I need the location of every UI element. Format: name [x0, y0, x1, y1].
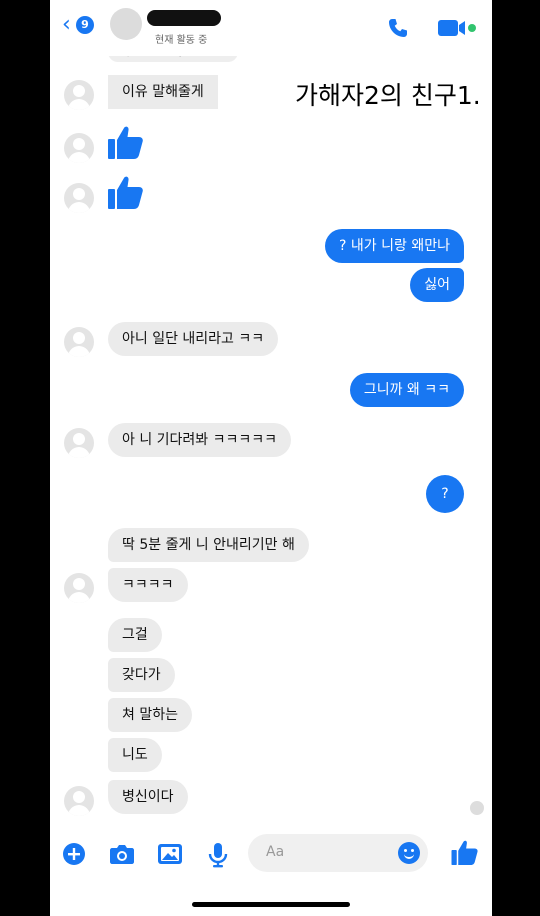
sender-avatar[interactable] [64, 786, 94, 816]
sender-avatar[interactable] [64, 133, 94, 163]
camera-icon[interactable] [109, 842, 135, 866]
plus-icon[interactable] [62, 842, 86, 866]
thumbs-up-icon[interactable] [106, 173, 146, 213]
message-bubble-outgoing[interactable]: 그니까 왜 ㅋㅋ [349, 373, 464, 407]
message-bubble-incoming[interactable]: 딱 5분 줄게 니 안내리기만 해 [108, 528, 309, 562]
sender-avatar[interactable] [64, 428, 94, 458]
video-call-icon[interactable] [438, 18, 478, 38]
message-bubble-incoming[interactable]: 아 니 기다려봐 ㅋㅋㅋㅋㅋ [108, 423, 292, 457]
message-bubble-incoming[interactable]: 쳐 말하는 [108, 698, 192, 732]
emoji-icon[interactable] [398, 842, 420, 864]
contact-avatar[interactable] [110, 8, 142, 40]
message-bubble-incoming[interactable]: 니도 [108, 738, 162, 772]
contact-name-redacted[interactable] [147, 10, 221, 26]
message-composer: Aa [50, 830, 492, 878]
message-bubble-incoming[interactable]: 병신이다 [108, 780, 188, 814]
sender-avatar[interactable] [64, 80, 94, 110]
message-bubble-outgoing[interactable]: ? 내가 니랑 왜만나 [325, 229, 464, 263]
overlay-caption: 가해자2의 친구1. [295, 81, 481, 110]
message-bubble-incoming[interactable]: 이유 말해줄게 [108, 75, 218, 109]
sender-avatar[interactable] [64, 327, 94, 357]
home-indicator[interactable] [192, 902, 350, 907]
message-bubble-incoming[interactable]: ㅋㅋㅋㅋ [108, 568, 188, 602]
thumbs-up-send-icon[interactable] [450, 838, 480, 868]
message-bubble-incoming[interactable]: 갖다가 [108, 658, 175, 692]
message-bubble-outgoing[interactable]: 싫어 [410, 268, 464, 302]
sender-avatar[interactable] [64, 183, 94, 213]
gallery-icon[interactable] [157, 842, 183, 866]
message-input-placeholder: Aa [266, 844, 285, 860]
messenger-screen: 내일 만날게 ? ‹ 9 현재 활동 중 이유 말해줄게 가해자2의 친구1. … [50, 0, 492, 916]
phone-call-icon[interactable] [386, 16, 410, 40]
back-icon[interactable]: ‹ [62, 14, 71, 36]
unread-count-badge[interactable]: 9 [76, 16, 94, 34]
active-status: 현재 활동 중 [155, 35, 208, 46]
thumbs-up-icon[interactable] [106, 123, 146, 163]
seen-receipt-avatar [470, 801, 484, 815]
chat-header: ‹ 9 현재 활동 중 [50, 0, 492, 56]
message-bubble-outgoing[interactable]: ? [426, 475, 464, 513]
message-bubble-incoming[interactable]: 그걸 [108, 618, 162, 652]
message-bubble-incoming[interactable]: 아니 일단 내리라고 ㅋㅋ [108, 322, 279, 356]
sender-avatar[interactable] [64, 573, 94, 603]
microphone-icon[interactable] [207, 842, 229, 868]
